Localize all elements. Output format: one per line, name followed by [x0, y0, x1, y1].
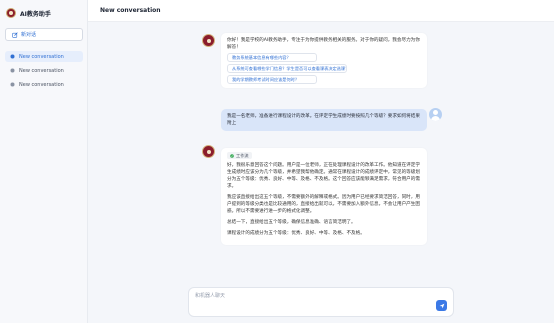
chat-bubble-icon [10, 68, 15, 73]
send-arrow-icon [439, 303, 444, 308]
conversation-label: New conversation [19, 67, 64, 74]
bot-avatar [202, 34, 215, 47]
answer-paragraph: 课程设计的成绩分为五个等级：优秀、良好、中等、及格、不及格。 [227, 231, 365, 236]
conversation-label: New conversation [19, 81, 64, 88]
answer-paragraph: 好，我很乐意回答这个问题。用户是一位老师，正在处理课程设计的改革工作。他知道在评… [227, 163, 420, 189]
conversation-item[interactable]: New conversation [5, 79, 83, 90]
message-composer [188, 287, 454, 317]
conversation-label: New conversation [19, 53, 64, 60]
chat-area: 你好！我是学校的AI教务助手，专注于为你提供教务相关的服务。对于你的疑问，我会尽… [88, 22, 554, 323]
check-circle-icon [230, 153, 234, 158]
chat-bubble-icon [10, 82, 15, 87]
bot-avatar [202, 145, 215, 158]
welcome-message: 你好！我是学校的AI教务助手，专注于为你提供教务相关的服务。对于你的疑问，我会尽… [221, 33, 427, 88]
welcome-text: 你好！我是学校的AI教务助手，专注于为你提供教务相关的服务。对于你的疑问，我会尽… [227, 38, 420, 50]
conversation-list: New conversation New conversation New co… [5, 51, 83, 93]
sidebar: AI教务助手 新对话 New conversation New conversa… [0, 0, 88, 323]
send-button[interactable] [436, 300, 447, 311]
conversation-item[interactable]: New conversation [5, 51, 83, 62]
message-input[interactable] [195, 292, 415, 302]
answer-paragraph: 我应该直接给出这五个等级，不需要额外的解释或格式。因为用户已经要求简洁回答，同时… [227, 195, 420, 214]
suggestion-chip[interactable]: 从系统可查看哪些学门信息？学生是否可以查看课表决定选课？ [227, 64, 347, 73]
app-title: AI教务助手 [20, 10, 51, 18]
chat-bubble-icon [10, 54, 15, 59]
new-chat-button[interactable]: 新对话 [5, 28, 83, 41]
new-chat-label: 新对话 [21, 32, 37, 38]
suggestion-chip[interactable]: 教务系统基本信息有哪些内容？ [227, 53, 317, 62]
answer-message: 工作流 好，我很乐意回答这个问题。用户是一位老师，正在处理课程设计的改革工作。他… [221, 148, 427, 245]
conversation-item[interactable]: New conversation [5, 65, 83, 76]
brand: AI教务助手 [6, 6, 51, 20]
school-logo-icon [6, 8, 16, 18]
user-message: 我是一名老师，准备进行课程设计的改革。在评定学生成绩时要按照几个等级？要求如何将… [221, 109, 427, 131]
thinking-label: 工作流 [236, 153, 249, 158]
page-title: New conversation [88, 0, 554, 22]
user-avatar [429, 108, 442, 121]
answer-paragraph: 总结一下，直接给出五个等级，确保信息准确、语言简洁明了。 [227, 220, 356, 225]
user-message-text: 我是一名老师，准备进行课程设计的改革。在评定学生成绩时要按照几个等级？要求如何将… [227, 114, 420, 126]
suggestion-chip[interactable]: 我的学期教师考试时间应该是何时？ [227, 75, 317, 84]
edit-icon [12, 31, 18, 38]
thinking-badge[interactable]: 工作流 [227, 152, 252, 159]
